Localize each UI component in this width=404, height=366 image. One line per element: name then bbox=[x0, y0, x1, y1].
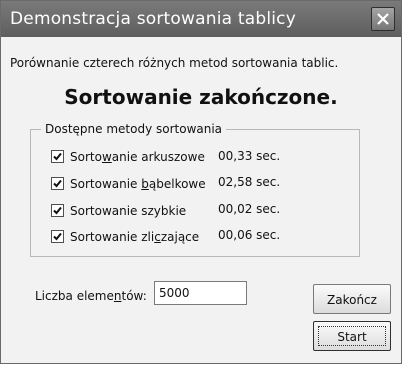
description-text: Porównanie czterech różnych metod sortow… bbox=[10, 56, 339, 70]
accelerator-key: w bbox=[101, 150, 112, 164]
checkmark-icon bbox=[53, 179, 62, 188]
status-heading: Sortowanie zakończone. bbox=[64, 85, 338, 109]
method-label-text: Sorto bbox=[70, 150, 102, 164]
count-label-text: tów: bbox=[121, 289, 147, 303]
method-label-bubble[interactable]: Sortowanie bąbelkowe bbox=[70, 177, 206, 191]
accelerator-key: b bbox=[141, 177, 149, 191]
method-label-text: Sortowanie bbox=[70, 177, 142, 191]
count-label-text: Liczba eleme bbox=[35, 289, 114, 303]
method-time-bubble: 02,58 sec. bbox=[218, 175, 281, 189]
focus-rectangle bbox=[318, 326, 386, 346]
method-time-quick: 00,02 sec. bbox=[218, 202, 281, 216]
window-title: Demonstracja sortowania tablicy bbox=[10, 9, 296, 29]
method-checkbox-counting[interactable] bbox=[51, 230, 64, 243]
checkmark-icon bbox=[53, 206, 62, 215]
method-label-text: anie arkuszowe bbox=[111, 150, 205, 164]
method-label-quick[interactable]: Sortowanie szybkie bbox=[70, 204, 186, 218]
finish-button[interactable]: Zakończ bbox=[313, 284, 391, 314]
checkmark-icon bbox=[53, 232, 62, 241]
close-icon bbox=[377, 13, 389, 25]
element-count-input[interactable] bbox=[154, 281, 247, 305]
method-checkbox-heap[interactable] bbox=[51, 150, 64, 163]
method-label-text: zające bbox=[160, 230, 200, 244]
checkmark-icon bbox=[53, 152, 62, 161]
method-checkbox-bubble[interactable] bbox=[51, 177, 64, 190]
close-button[interactable] bbox=[371, 7, 395, 31]
method-label-text: Sortowanie zli bbox=[70, 230, 155, 244]
method-label-heap[interactable]: Sortowanie arkuszowe bbox=[70, 150, 205, 164]
method-checkbox-quick[interactable] bbox=[51, 204, 64, 217]
method-label-text: ąbelkowe bbox=[148, 177, 206, 191]
method-label-counting[interactable]: Sortowanie zliczające bbox=[70, 230, 199, 244]
method-time-counting: 00,06 sec. bbox=[218, 228, 281, 242]
method-label-text: Sortowanie szybkie bbox=[70, 204, 187, 218]
element-count-label: Liczba elementów: bbox=[35, 289, 147, 303]
start-button[interactable]: Start bbox=[313, 321, 391, 351]
methods-groupbox-legend: Dostępne metody sortowania bbox=[41, 122, 227, 136]
title-bar[interactable]: Demonstracja sortowania tablicy bbox=[1, 1, 401, 37]
method-time-heap: 00,33 sec. bbox=[218, 149, 281, 163]
accelerator-key: c bbox=[154, 230, 161, 244]
dialog-window: Demonstracja sortowania tablicy Porównan… bbox=[0, 0, 402, 364]
